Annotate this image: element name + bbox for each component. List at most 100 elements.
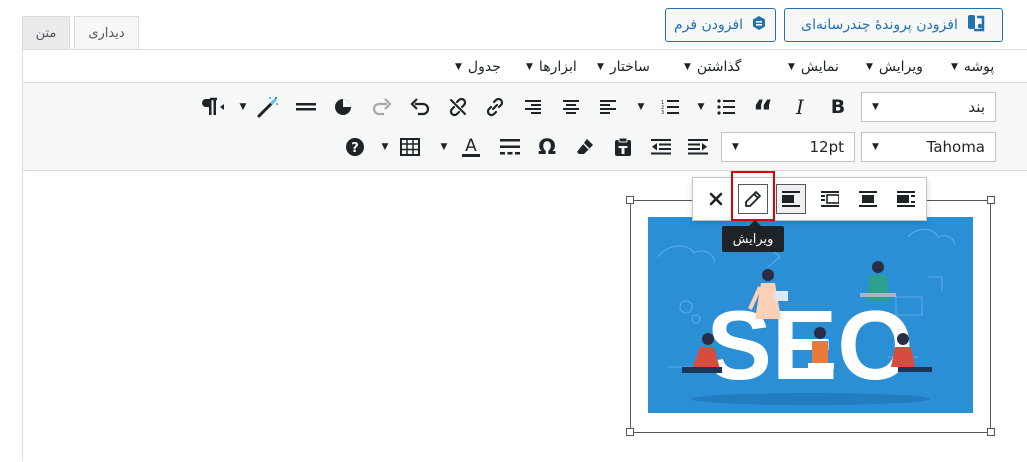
menu-label: ساختار — [609, 58, 650, 75]
align-center-icon — [821, 191, 839, 207]
caret-down-icon: ▼ — [788, 61, 795, 72]
magic-wand-icon — [257, 96, 278, 118]
align-center-image-button[interactable] — [815, 184, 845, 214]
clipboard-icon — [615, 137, 631, 156]
help-button[interactable]: ? — [340, 132, 370, 162]
rtl-paragraph-button[interactable] — [198, 92, 228, 122]
numbered-list-dropdown[interactable]: ▼ — [635, 92, 647, 122]
bullet-list-icon — [717, 99, 735, 115]
tab-visual[interactable]: دیداری — [74, 16, 139, 50]
outdent-icon — [651, 139, 671, 155]
menu-insert[interactable]: گذاشتن ▼ — [684, 50, 741, 83]
align-none-image-button[interactable] — [891, 184, 921, 214]
table-dropdown[interactable]: ▼ — [379, 132, 391, 162]
resize-handle-bottom-right[interactable] — [987, 428, 995, 436]
svg-text:A: A — [465, 136, 477, 156]
unlink-button[interactable] — [443, 92, 473, 122]
align-left-icon — [859, 191, 877, 207]
outdent-button[interactable] — [646, 132, 676, 162]
resize-handle-top-left[interactable] — [626, 196, 634, 204]
clear-formatting-button[interactable] — [570, 132, 600, 162]
remove-image-button[interactable] — [701, 184, 731, 214]
menu-label: نمایش — [800, 58, 839, 75]
image-toolbar — [692, 177, 927, 221]
menubar: پوشه ▼ ویرایش ▼ نمایش ▼ گذاشتن ▼ ساختار ▼ ابز… — [23, 50, 1027, 83]
format-select[interactable]: بند ▼ — [861, 92, 996, 122]
table-button[interactable] — [395, 132, 425, 162]
caret-down-icon: ▼ — [637, 102, 645, 112]
redo-icon — [372, 98, 392, 116]
caret-down-icon: ▼ — [381, 142, 389, 152]
tab-text[interactable]: متن — [22, 16, 70, 49]
horizontal-line-button[interactable] — [291, 92, 321, 122]
paste-text-button[interactable] — [608, 132, 638, 162]
undo-button[interactable] — [405, 92, 435, 122]
magic-wand-dropdown[interactable]: ▼ — [237, 92, 249, 122]
align-none-icon — [897, 191, 915, 207]
undo-icon — [410, 98, 430, 116]
strikethrough-line-button[interactable] — [495, 132, 525, 162]
caret-down-icon: ▼ — [440, 142, 448, 152]
quote-icon: “ — [752, 93, 774, 131]
horizontal-line-icon — [296, 103, 316, 111]
align-right-image-button[interactable] — [776, 184, 806, 214]
special-character-button[interactable]: Ω — [532, 132, 562, 162]
caret-down-icon: ▼ — [684, 61, 691, 72]
seo-text: SEO — [707, 290, 914, 400]
toolbars: بند ▼ B I “ ▼ 123 ▼ ▼ ▼ Tahoma ▼ 12pt Ω … — [23, 83, 1027, 171]
menu-table[interactable]: جدول ▼ — [455, 50, 501, 83]
caret-down-icon: ▼ — [866, 61, 873, 72]
font-size-select[interactable]: ▼ 12pt — [721, 132, 855, 162]
bullet-list-button[interactable] — [711, 92, 741, 122]
align-left-image-button[interactable] — [853, 184, 883, 214]
menu-tools[interactable]: ابزارها ▼ — [526, 50, 577, 83]
bullet-list-dropdown[interactable]: ▼ — [695, 92, 707, 122]
indent-icon — [688, 139, 708, 155]
help-icon: ? — [346, 138, 364, 156]
numbered-list-button[interactable]: 123 — [655, 92, 685, 122]
resize-handle-bottom-left[interactable] — [626, 428, 634, 436]
align-right-icon — [782, 191, 800, 207]
caret-down-icon: ▼ — [732, 142, 739, 152]
menu-edit[interactable]: ویرایش ▼ — [866, 50, 923, 83]
caret-down-icon: ▼ — [872, 102, 879, 112]
highlight-box — [731, 171, 775, 221]
svg-text:?: ? — [351, 141, 359, 156]
font-family-select[interactable]: ▼ Tahoma — [861, 132, 996, 162]
align-center-button[interactable] — [556, 92, 586, 122]
eraser-icon — [577, 139, 593, 154]
indent-button[interactable] — [683, 132, 713, 162]
add-media-button[interactable]: افزودن پروندهٔ چندرسانه‌ای — [784, 8, 1003, 42]
insert-link-button[interactable] — [480, 92, 510, 122]
text-color-dropdown[interactable]: ▼ — [438, 132, 450, 162]
magic-wand-button[interactable] — [253, 92, 283, 122]
menu-file[interactable]: پوشه ▼ — [951, 50, 994, 83]
text-color-button[interactable]: A — [456, 132, 486, 162]
redo-button[interactable] — [367, 92, 397, 122]
menu-label: گذاشتن — [696, 58, 742, 75]
align-right-button[interactable] — [518, 92, 548, 122]
bold-button[interactable]: B — [823, 92, 853, 122]
table-icon — [400, 138, 420, 156]
edit-tooltip-label: ویرایش — [732, 231, 774, 247]
align-center-icon — [563, 100, 579, 114]
paragraph-rtl-icon — [202, 97, 224, 115]
tab-visual-label: دیداری — [88, 26, 125, 41]
media-icon — [966, 13, 986, 37]
italic-button[interactable]: I — [785, 92, 815, 122]
read-more-button[interactable] — [328, 92, 358, 122]
blockquote-button[interactable]: “ — [748, 92, 778, 131]
resize-handle-top-right[interactable] — [987, 196, 995, 204]
seo-image[interactable]: SEO — [648, 217, 973, 413]
align-left-button[interactable] — [593, 92, 623, 122]
align-right-icon — [525, 100, 541, 114]
font-size-value: 12pt — [809, 138, 845, 156]
numbered-list-icon: 123 — [661, 100, 679, 115]
menu-view[interactable]: نمایش ▼ — [788, 50, 839, 83]
add-form-button[interactable]: افزودن فرم — [665, 8, 776, 42]
caret-down-icon: ▼ — [455, 61, 462, 72]
text-color-icon: A — [462, 136, 480, 157]
editor: پوشه ▼ ویرایش ▼ نمایش ▼ گذاشتن ▼ ساختار ▼ ابز… — [22, 49, 1027, 462]
align-left-icon — [600, 100, 616, 114]
menu-format[interactable]: ساختار ▼ — [597, 50, 650, 83]
